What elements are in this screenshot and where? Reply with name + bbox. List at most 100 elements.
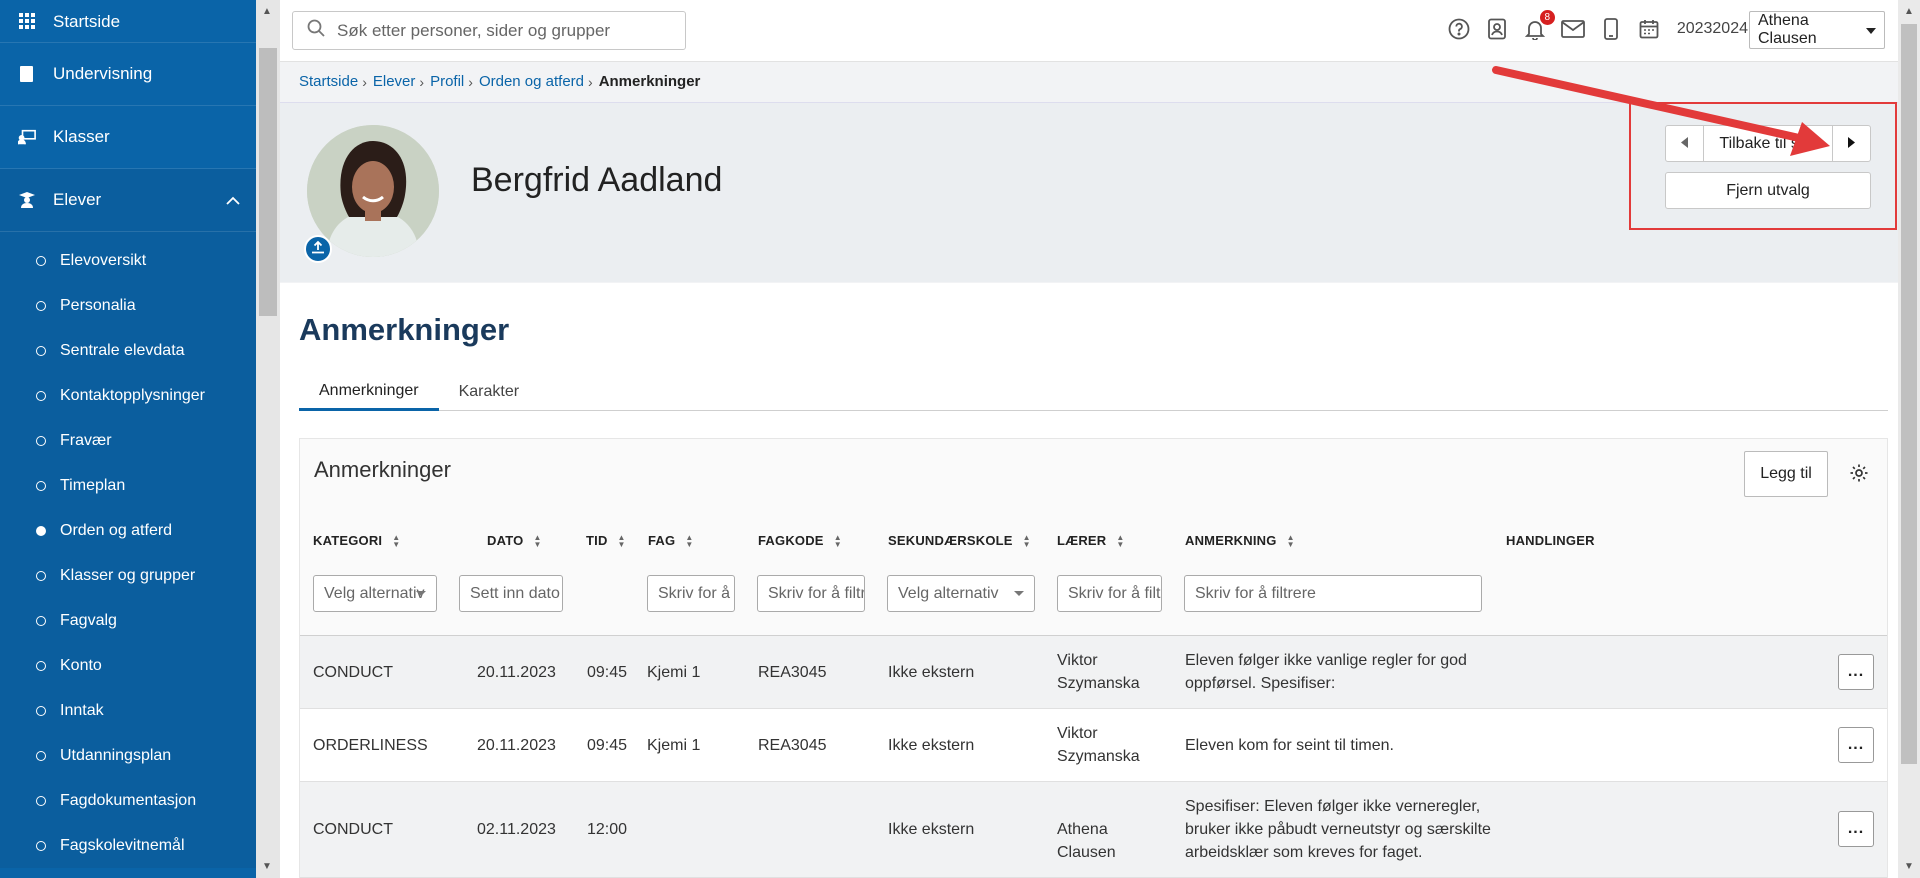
chevron-up-icon[interactable]	[226, 190, 240, 210]
tab-karakter[interactable]: Karakter	[439, 373, 539, 411]
sidebar-subitem-fagdokumentasjon[interactable]: Fagdokumentasjon	[0, 778, 256, 823]
student-name: Bergfrid Aadland	[471, 161, 723, 199]
sidebar-subitem-timeplan[interactable]: Timeplan	[0, 463, 256, 508]
sidebar-subitem-utdanningsplan[interactable]: Utdanningsplan	[0, 733, 256, 778]
cell-kategori: CONDUCT	[313, 664, 393, 681]
book-icon	[18, 65, 36, 83]
filter-placeholder: Skriv for å filtrere	[768, 584, 864, 602]
mail-icon[interactable]	[1560, 17, 1585, 41]
row-actions-button[interactable]: ...	[1838, 654, 1874, 690]
sidebar-subitem-fravaer[interactable]: Fravær	[0, 418, 256, 463]
sidebar-subitem-fagskolevitnemal[interactable]: Fagskolevitnemål	[0, 823, 256, 868]
filter-kategori-select[interactable]: Velg alternativ	[313, 575, 437, 612]
cell-tid: 12:00	[587, 821, 628, 838]
sidebar-subitem-elevoversikt[interactable]: Elevoversikt	[0, 238, 256, 283]
filter-sekundaerskole-select[interactable]: Velg alternativ	[887, 575, 1035, 612]
help-icon[interactable]	[1447, 17, 1471, 41]
column-header-kategori[interactable]: KATEGORI ▲ ▼	[313, 533, 400, 548]
filter-placeholder: Sett inn dato	[470, 584, 560, 602]
filter-fag-input[interactable]: Skriv for å filtrere	[647, 575, 735, 612]
filter-dato-input[interactable]: Sett inn dato	[459, 575, 563, 612]
column-header-dato[interactable]: DATO ▲ ▼	[487, 533, 542, 548]
card-title: Anmerkninger	[314, 457, 451, 482]
breadcrumb-link[interactable]: Elever	[373, 73, 416, 90]
sidebar: Startside Undervisning Klasser Elever El…	[0, 0, 256, 878]
gear-icon[interactable]	[1849, 463, 1871, 485]
top-header: 8 20232024 Athena Clausen	[280, 0, 1898, 62]
add-remark-button[interactable]: Legg til	[1744, 451, 1828, 497]
cell-laerer: Athena Clausen	[1057, 821, 1116, 861]
circle-icon	[36, 660, 46, 671]
sidebar-item-undervisning[interactable]: Undervisning	[0, 43, 256, 106]
breadcrumb-link[interactable]: Orden og atferd	[479, 73, 584, 90]
circle-icon	[36, 345, 46, 356]
search-box[interactable]	[292, 11, 686, 50]
cell-dato: 20.11.2023	[477, 737, 556, 754]
breadcrumb-link[interactable]: Startside	[299, 73, 358, 90]
upload-photo-button[interactable]	[304, 235, 332, 263]
scroll-down-icon[interactable]: ▼	[262, 861, 272, 872]
breadcrumb-link[interactable]: Profil	[430, 73, 464, 90]
sidebar-subitem-personalia[interactable]: Personalia	[0, 283, 256, 328]
scroll-up-icon[interactable]: ▲	[1904, 6, 1914, 17]
bell-icon[interactable]: 8	[1523, 10, 1555, 41]
cell-fagkode: REA3045	[758, 664, 827, 681]
circle-icon	[36, 255, 46, 266]
header-icons: 8 20232024	[1447, 10, 1748, 41]
cell-anmerkning: Eleven følger ikke vanlige regler for go…	[1185, 652, 1467, 692]
notification-badge: 8	[1539, 10, 1555, 25]
contacts-icon[interactable]	[1485, 17, 1509, 41]
sidebar-item-startside[interactable]: Startside	[0, 0, 256, 43]
scroll-up-icon[interactable]: ▲	[262, 6, 272, 17]
sidebar-subitem-orden-og-atferd[interactable]: Orden og atferd	[0, 508, 256, 553]
column-header-label: ANMERKNING	[1185, 533, 1277, 548]
calendar-icon[interactable]	[1637, 17, 1661, 41]
search-input[interactable]	[337, 20, 667, 41]
page-scrollbar[interactable]: ▲ ▼	[1898, 0, 1920, 878]
row-actions-button[interactable]: ...	[1838, 811, 1874, 847]
cell-dato: 20.11.2023	[477, 664, 556, 681]
column-header-fagkode[interactable]: FAGKODE ▲ ▼	[758, 533, 842, 548]
sidebar-item-elever[interactable]: Elever	[0, 169, 256, 232]
sidebar-subitem-konto[interactable]: Konto	[0, 643, 256, 688]
cell-laerer: Viktor Szymanska	[1057, 725, 1140, 765]
scroll-down-icon[interactable]: ▼	[1904, 861, 1914, 872]
scrollbar-thumb[interactable]	[1901, 24, 1917, 764]
column-header-label: FAGKODE	[758, 533, 824, 548]
column-header-fag[interactable]: FAG ▲ ▼	[648, 533, 693, 548]
circle-icon	[36, 390, 46, 401]
classroom-icon	[18, 128, 36, 146]
tab-bar: Anmerkninger Karakter	[299, 373, 1888, 411]
mobile-icon[interactable]	[1599, 17, 1623, 41]
sidebar-subitem-sentrale-elevdata[interactable]: Sentrale elevdata	[0, 328, 256, 373]
sort-icon: ▲ ▼	[1116, 532, 1125, 549]
column-header-anmerkning[interactable]: ANMERKNING ▲ ▼	[1185, 533, 1295, 548]
filter-laerer-input[interactable]: Skriv for å filtrere	[1057, 575, 1162, 612]
sidebar-subitem-klasser-og-grupper[interactable]: Klasser og grupper	[0, 553, 256, 598]
row-actions-button[interactable]: ...	[1838, 727, 1874, 763]
sidebar-subitem-label: Fagskolevitnemål	[60, 836, 185, 854]
column-header-sekundaerskole[interactable]: SEKUNDÆRSKOLE ▲ ▼	[888, 533, 1031, 548]
sort-icon: ▲ ▼	[1286, 532, 1295, 549]
caret-down-icon	[1014, 591, 1024, 596]
filter-placeholder: Skriv for å filtrere	[1068, 584, 1161, 602]
user-dropdown[interactable]: Athena Clausen	[1749, 11, 1885, 49]
sidebar-scrollbar[interactable]: ▲ ▼	[256, 0, 280, 878]
sidebar-subitem-fagvalg[interactable]: Fagvalg	[0, 598, 256, 643]
school-year[interactable]: 20232024	[1677, 20, 1748, 38]
filter-anmerkning-input[interactable]: Skriv for å filtrere	[1184, 575, 1482, 612]
filter-fagkode-input[interactable]: Skriv for å filtrere	[757, 575, 865, 612]
sidebar-item-klasser[interactable]: Klasser	[0, 106, 256, 169]
sidebar-subitem-kontaktopplysninger[interactable]: Kontaktopplysninger	[0, 373, 256, 418]
column-header-tid[interactable]: TID ▲ ▼	[586, 533, 626, 548]
tab-anmerkninger[interactable]: Anmerkninger	[299, 373, 439, 411]
breadcrumb: Startside › Elever › Profil › Orden og atfe…	[299, 73, 700, 90]
column-header-label: KATEGORI	[313, 533, 383, 548]
caret-down-icon	[1866, 21, 1876, 39]
sidebar-subitem-label: Fagdokumentasjon	[60, 791, 197, 809]
grid-icon	[18, 12, 36, 30]
sidebar-subitem-inntak[interactable]: Inntak	[0, 688, 256, 733]
circle-icon	[36, 840, 46, 851]
column-header-laerer[interactable]: LÆRER ▲ ▼	[1057, 533, 1125, 548]
scrollbar-thumb[interactable]	[259, 48, 277, 316]
